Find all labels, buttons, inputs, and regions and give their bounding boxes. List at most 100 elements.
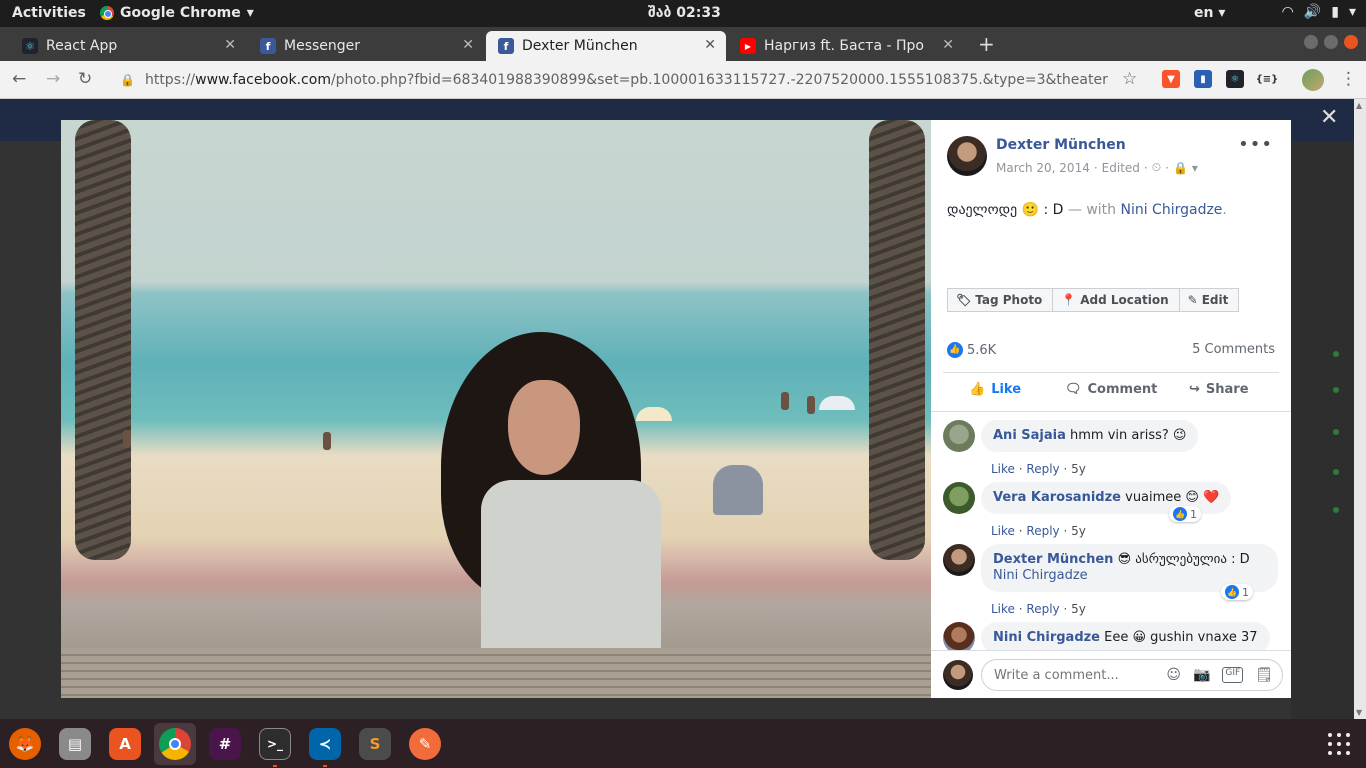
camera-icon[interactable]: 📷 (1193, 667, 1210, 683)
comment-like-link[interactable]: Like (991, 462, 1015, 476)
comment-age[interactable]: 5y (1071, 524, 1086, 538)
author-name[interactable]: Dexter München (996, 137, 1126, 153)
photo[interactable] (61, 120, 931, 698)
caption-tag-link[interactable]: Nini Chirgadze (1120, 202, 1222, 218)
tab-dexter-munchen[interactable]: f Dexter München ✕ (486, 31, 726, 61)
extension-icon[interactable]: ▮ (1194, 70, 1212, 88)
close-window-button[interactable] (1344, 35, 1358, 49)
json-viewer-icon[interactable]: {≡} (1256, 70, 1278, 88)
commenter-name[interactable]: Nini Chirgadze (993, 630, 1100, 645)
tab-youtube[interactable]: ▶ Наргиз ft. Баста - Про ✕ (728, 31, 964, 61)
software-center-icon: A (109, 728, 141, 760)
like-button[interactable]: 👍 Like (969, 382, 1021, 397)
edited-label[interactable]: Edited (1102, 161, 1140, 175)
sticker-icon[interactable]: 🗒 (1255, 667, 1273, 683)
comment-reply-link[interactable]: Reply (1026, 462, 1059, 476)
forward-icon[interactable]: → (46, 69, 60, 89)
comment-reaction-count[interactable]: 👍 1 (1169, 506, 1201, 522)
minimize-button[interactable] (1304, 35, 1318, 49)
new-tab-button[interactable]: + (978, 32, 995, 56)
photo-actions: 🏷 Tag Photo 📍 Add Location ✎ Edit (947, 288, 1240, 312)
comments-count-link[interactable]: 5 Comments (1192, 342, 1275, 357)
close-icon[interactable]: ✕ (224, 37, 236, 53)
tag-photo-button[interactable]: 🏷 Tag Photo (947, 288, 1054, 312)
comment-bubble-icon: 🗨 (1065, 382, 1082, 397)
clock[interactable]: შაბ 02:33 (648, 5, 721, 21)
youtube-icon: ▶ (740, 38, 756, 54)
chevron-down-icon[interactable]: ▾ (1192, 161, 1198, 175)
more-options-icon[interactable]: ••• (1238, 134, 1273, 155)
commenter-name[interactable]: Ani Sajaia (993, 428, 1066, 443)
comment-text: vuaimee 😊 ❤️ (1125, 490, 1220, 505)
commenter-avatar[interactable] (943, 420, 975, 452)
react-devtools-icon[interactable]: ⚛ (1226, 70, 1244, 88)
grid-dot (1337, 733, 1341, 737)
firefox-icon: 🦊 (9, 728, 41, 760)
commenter-name[interactable]: Dexter München (993, 552, 1113, 567)
react-icon: ⚛ (22, 38, 38, 54)
comment-text: hmm vin ariss? 😉 (1070, 428, 1187, 443)
more-menu-icon[interactable]: ⋮ (1340, 69, 1357, 89)
gif-icon[interactable]: GIF (1222, 667, 1244, 683)
language-indicator[interactable]: en ▾ (1194, 5, 1225, 21)
comment-label: Comment (1087, 382, 1158, 397)
close-theater-icon[interactable]: ✕ (1320, 105, 1338, 130)
reaction-count: 1 (1242, 585, 1249, 599)
comment-like-link[interactable]: Like (991, 602, 1015, 616)
comments-list[interactable]: Ani Sajaia hmm vin ariss? 😉 Like · Reply… (931, 412, 1291, 650)
close-icon[interactable]: ✕ (462, 37, 474, 53)
bookmark-star-icon[interactable]: ☆ (1122, 69, 1137, 89)
caption-text: დაელოდე 🙂 : D (947, 202, 1064, 218)
tab-react-app[interactable]: ⚛ React App ✕ (10, 31, 246, 61)
commenter-avatar[interactable] (943, 544, 975, 576)
commenter-avatar[interactable] (943, 622, 975, 650)
comment-button[interactable]: 🗨 Comment (1065, 382, 1157, 397)
profile-avatar[interactable] (1302, 69, 1324, 91)
commenter-avatar[interactable] (943, 482, 975, 514)
comment-footer: Like · Reply · 5y (991, 602, 1086, 616)
app-menu[interactable]: Google Chrome ▾ (100, 5, 254, 21)
dock-firefox[interactable]: 🦊 (4, 723, 46, 765)
close-icon[interactable]: ✕ (942, 37, 954, 53)
commenter-name[interactable]: Vera Karosanidze (993, 490, 1121, 505)
comment-tag-link[interactable]: Nini Chirgadze (993, 568, 1088, 583)
post-date[interactable]: March 20, 2014 (996, 161, 1090, 175)
add-location-button[interactable]: 📍 Add Location (1053, 288, 1180, 312)
dock-files[interactable]: ▤ (54, 723, 96, 765)
brave-shield-icon[interactable]: ▼ (1162, 70, 1180, 88)
lock-icon[interactable]: 🔒 (1173, 161, 1188, 175)
author-avatar[interactable] (947, 136, 987, 176)
reload-icon[interactable]: ↻ (78, 69, 92, 89)
dock-chrome[interactable] (154, 723, 196, 765)
caption-end: . (1222, 202, 1227, 218)
close-icon[interactable]: ✕ (704, 37, 716, 53)
share-button[interactable]: ↪ Share (1189, 382, 1249, 397)
show-applications-icon[interactable] (1328, 733, 1352, 755)
lock-icon[interactable]: 🔒 (120, 73, 135, 87)
comment-reply-link[interactable]: Reply (1026, 524, 1059, 538)
maximize-button[interactable] (1324, 35, 1338, 49)
dock-terminal[interactable]: >_ (254, 723, 296, 767)
dock-slack[interactable]: # (204, 723, 246, 765)
address-bar[interactable]: 🔒 https://www.facebook.com/photo.php?fbi… (110, 65, 1150, 95)
comment-age[interactable]: 5y (1071, 462, 1086, 476)
emoji-icon[interactable]: ☺ (1166, 667, 1181, 683)
dock-software[interactable]: A (104, 723, 146, 765)
dock-pencil[interactable]: ✎ (404, 723, 446, 765)
dock-vscode[interactable]: ≺ (304, 723, 346, 767)
comment-like-link[interactable]: Like (991, 524, 1015, 538)
edit-button[interactable]: ✎ Edit (1179, 288, 1240, 312)
comment-item: Ani Sajaia hmm vin ariss? 😉 Like · Reply… (943, 420, 1283, 480)
back-icon[interactable]: ← (12, 69, 26, 89)
girl-face (508, 380, 580, 475)
activities-button[interactable]: Activities (12, 5, 86, 21)
system-tray[interactable]: ◠ 🔊 ▮ ▾ (1282, 4, 1356, 20)
page-scrollbar[interactable] (1354, 99, 1366, 719)
comment-reaction-count[interactable]: 👍 1 (1221, 584, 1253, 600)
reaction-summary[interactable]: 👍 5.6K (947, 342, 996, 358)
chrome-icon (100, 6, 114, 20)
comment-age[interactable]: 5y (1071, 602, 1086, 616)
tab-messenger[interactable]: f Messenger ✕ (248, 31, 484, 61)
comment-reply-link[interactable]: Reply (1026, 602, 1059, 616)
dock-sublime[interactable]: S (354, 723, 396, 765)
